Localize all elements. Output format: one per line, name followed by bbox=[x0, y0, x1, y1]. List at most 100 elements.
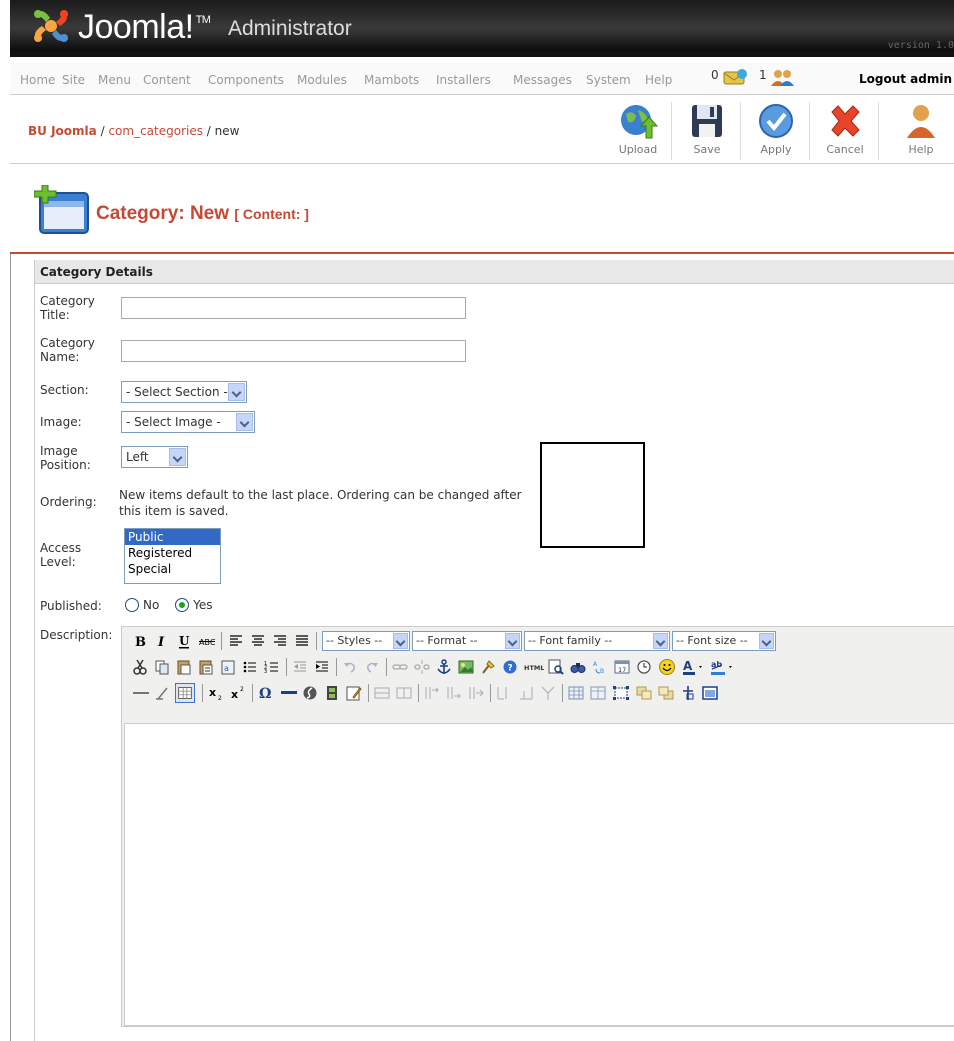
anchor-icon[interactable] bbox=[436, 657, 452, 677]
fullscreen-icon[interactable] bbox=[702, 683, 718, 703]
cancel-button[interactable]: Cancel bbox=[818, 102, 872, 160]
edit-attributes-icon[interactable] bbox=[346, 683, 362, 703]
indent-icon[interactable] bbox=[314, 657, 330, 677]
align-left-icon[interactable] bbox=[228, 631, 244, 651]
underline-icon[interactable]: U bbox=[176, 631, 192, 651]
cut-icon[interactable] bbox=[132, 657, 148, 677]
menu-mambots[interactable]: Mambots bbox=[364, 73, 419, 87]
italic-icon[interactable]: I bbox=[154, 631, 170, 651]
delete-column-icon[interactable] bbox=[468, 683, 484, 703]
horizontal-rule-icon[interactable] bbox=[132, 683, 150, 703]
align-right-icon[interactable] bbox=[272, 631, 288, 651]
menu-help[interactable]: Help bbox=[645, 73, 672, 87]
image-select[interactable]: - Select Image - bbox=[121, 411, 255, 433]
menu-menu[interactable]: Menu bbox=[98, 73, 131, 87]
align-justify-icon[interactable] bbox=[294, 631, 310, 651]
access-option-public[interactable]: Public bbox=[125, 529, 220, 545]
emoticon-icon[interactable] bbox=[658, 657, 676, 677]
cleanup-icon[interactable] bbox=[480, 657, 496, 677]
copy-icon[interactable] bbox=[154, 657, 170, 677]
styles-select[interactable]: -- Styles -- bbox=[322, 631, 410, 651]
preview-icon[interactable] bbox=[548, 657, 564, 677]
undo-icon[interactable] bbox=[342, 657, 358, 677]
menu-installers[interactable]: Installers bbox=[436, 73, 491, 87]
upload-button[interactable]: Upload bbox=[611, 102, 665, 160]
published-yes-radio[interactable] bbox=[175, 598, 190, 612]
category-title-input[interactable] bbox=[121, 297, 466, 319]
category-details-header: Category Details bbox=[35, 260, 954, 284]
access-level-list[interactable]: Public Registered Special bbox=[124, 528, 221, 584]
paste-text-icon[interactable] bbox=[198, 657, 214, 677]
insert-column-after-icon[interactable] bbox=[446, 683, 462, 703]
image-position-select[interactable]: Left bbox=[121, 446, 188, 468]
menu-system[interactable]: System bbox=[586, 73, 631, 87]
visual-aid-icon[interactable] bbox=[174, 683, 196, 703]
logout-link[interactable]: Logout admin bbox=[859, 72, 952, 86]
special-character-icon[interactable]: Ω bbox=[258, 683, 274, 703]
strikethrough-icon[interactable]: ABC bbox=[198, 631, 216, 651]
help-button[interactable]: Help bbox=[894, 102, 948, 160]
absolute-position-icon[interactable] bbox=[680, 683, 696, 703]
remove-format-icon[interactable] bbox=[154, 683, 170, 703]
split-cells-icon[interactable] bbox=[496, 683, 512, 703]
unlink-icon[interactable] bbox=[414, 657, 430, 677]
align-center-icon[interactable] bbox=[250, 631, 266, 651]
insert-date-icon[interactable]: 17 bbox=[614, 657, 630, 677]
html-source-icon[interactable]: HTML bbox=[524, 657, 544, 677]
category-name-input[interactable] bbox=[121, 340, 466, 362]
outdent-icon[interactable] bbox=[292, 657, 308, 677]
published-no-radio[interactable] bbox=[125, 598, 139, 612]
menu-messages[interactable]: Messages bbox=[513, 73, 572, 87]
table-properties-icon[interactable] bbox=[590, 683, 606, 703]
table-split-icon[interactable] bbox=[540, 683, 556, 703]
breadcrumb-root[interactable]: BU Joomla bbox=[28, 124, 97, 138]
text-color-icon[interactable]: A bbox=[682, 657, 706, 677]
media-icon[interactable] bbox=[324, 683, 340, 703]
save-button[interactable]: Save bbox=[680, 102, 734, 160]
svg-text:2: 2 bbox=[240, 686, 244, 693]
background-color-icon[interactable]: ab bbox=[710, 657, 736, 677]
font-size-select[interactable]: -- Font size -- bbox=[672, 631, 776, 651]
find-icon[interactable] bbox=[570, 657, 586, 677]
insert-image-icon[interactable] bbox=[458, 657, 474, 677]
move-backward-icon[interactable] bbox=[658, 683, 674, 703]
insert-table-icon[interactable] bbox=[568, 683, 584, 703]
access-option-special[interactable]: Special bbox=[125, 561, 220, 577]
insert-time-icon[interactable] bbox=[636, 657, 652, 677]
bold-icon[interactable]: B bbox=[132, 631, 148, 651]
move-forward-icon[interactable] bbox=[636, 683, 652, 703]
insert-layer-icon[interactable] bbox=[612, 683, 630, 703]
menu-home[interactable]: Home bbox=[20, 73, 55, 87]
bullet-list-icon[interactable] bbox=[242, 657, 258, 677]
cancel-x-icon bbox=[831, 105, 860, 137]
numbered-list-icon[interactable]: 123 bbox=[264, 657, 280, 677]
menu-modules[interactable]: Modules bbox=[297, 73, 347, 87]
replace-icon[interactable]: AB bbox=[592, 657, 608, 677]
format-select[interactable]: -- Format -- bbox=[412, 631, 522, 651]
paste-word-icon[interactable]: a bbox=[220, 657, 236, 677]
merge-cells-icon[interactable] bbox=[518, 683, 534, 703]
mail-icon[interactable] bbox=[722, 67, 748, 87]
help-circle-icon[interactable]: ? bbox=[502, 657, 518, 677]
subscript-icon[interactable]: x2 bbox=[208, 683, 224, 703]
flash-icon[interactable] bbox=[302, 683, 318, 703]
menu-components[interactable]: Components bbox=[208, 73, 284, 87]
editor-toolbar-row-3: x2 x2 Ω bbox=[122, 681, 954, 707]
apply-button[interactable]: Apply bbox=[749, 102, 803, 160]
section-select[interactable]: - Select Section - bbox=[121, 381, 247, 403]
menu-content[interactable]: Content bbox=[143, 73, 191, 87]
access-option-registered[interactable]: Registered bbox=[125, 545, 220, 561]
paste-icon[interactable] bbox=[176, 657, 192, 677]
link-icon[interactable] bbox=[392, 657, 408, 677]
font-family-select[interactable]: -- Font family -- bbox=[524, 631, 670, 651]
insert-row-after-icon[interactable] bbox=[396, 683, 412, 703]
insert-row-before-icon[interactable] bbox=[374, 683, 390, 703]
breadcrumb-component[interactable]: com_categories bbox=[108, 124, 203, 138]
editor-content-area[interactable] bbox=[124, 723, 954, 1026]
users-icon[interactable] bbox=[770, 68, 796, 88]
redo-icon[interactable] bbox=[364, 657, 380, 677]
menu-site[interactable]: Site bbox=[62, 73, 85, 87]
insert-line-icon[interactable] bbox=[280, 683, 298, 703]
insert-column-before-icon[interactable] bbox=[424, 683, 440, 703]
superscript-icon[interactable]: x2 bbox=[230, 683, 246, 703]
